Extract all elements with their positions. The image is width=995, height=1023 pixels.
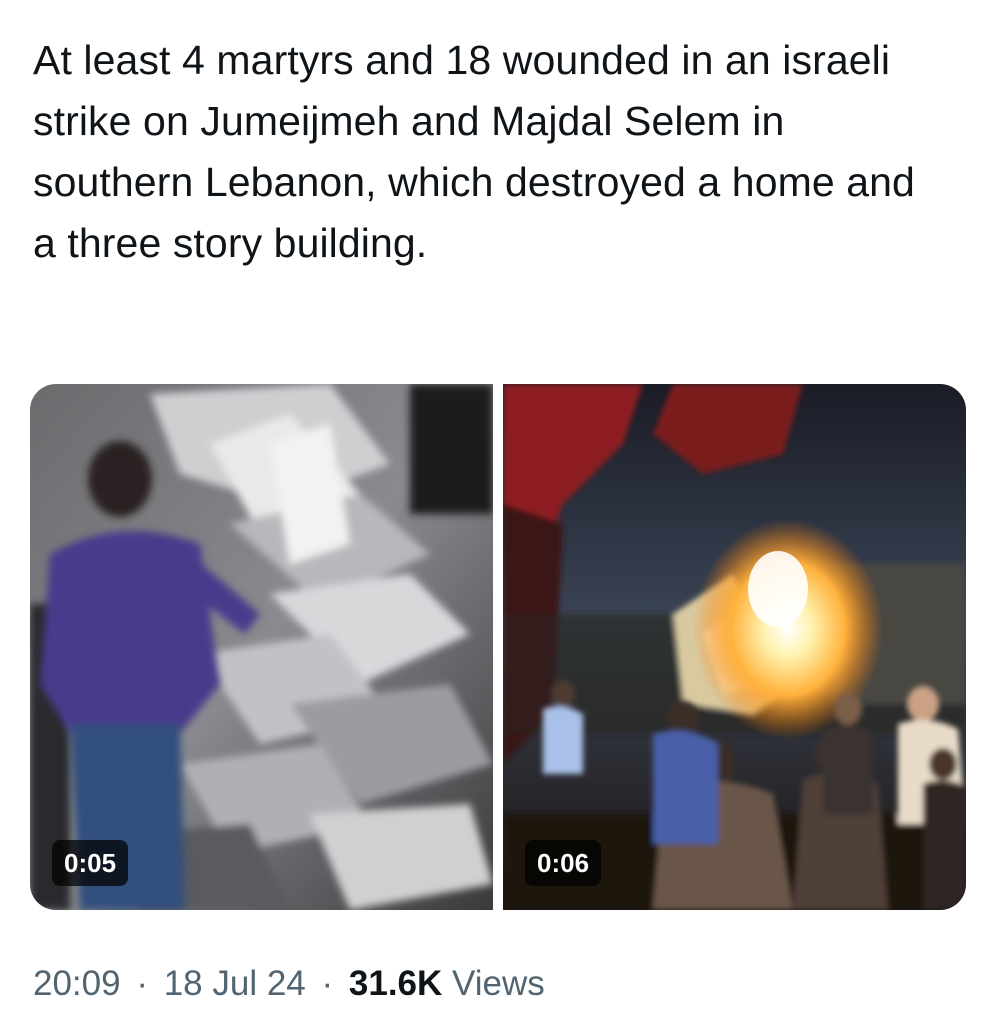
video-thumbnail-rubble[interactable]: 0:05	[30, 384, 493, 910]
video-thumbnail-fire[interactable]: 0:06	[503, 384, 966, 910]
fire-scene-image	[503, 384, 966, 910]
media-grid: 0:05 0:06	[30, 384, 966, 910]
tweet-text: At least 4 martyrs and 18 wounded in an …	[33, 37, 915, 266]
meta-separator: ·	[136, 964, 148, 1003]
video-duration-badge: 0:06	[525, 840, 602, 886]
meta-separator: ·	[321, 964, 334, 1003]
views-label: Views	[452, 964, 545, 1003]
views-count: 31.6K	[348, 964, 443, 1003]
tweet-meta: 20:09 · 18 Jul 24 · 31.6K Views	[33, 962, 545, 1006]
rubble-scene-image	[30, 384, 493, 910]
video-duration-badge: 0:05	[52, 840, 129, 886]
tweet-date[interactable]: 18 Jul 24	[164, 964, 306, 1003]
tweet-time[interactable]: 20:09	[33, 964, 121, 1003]
